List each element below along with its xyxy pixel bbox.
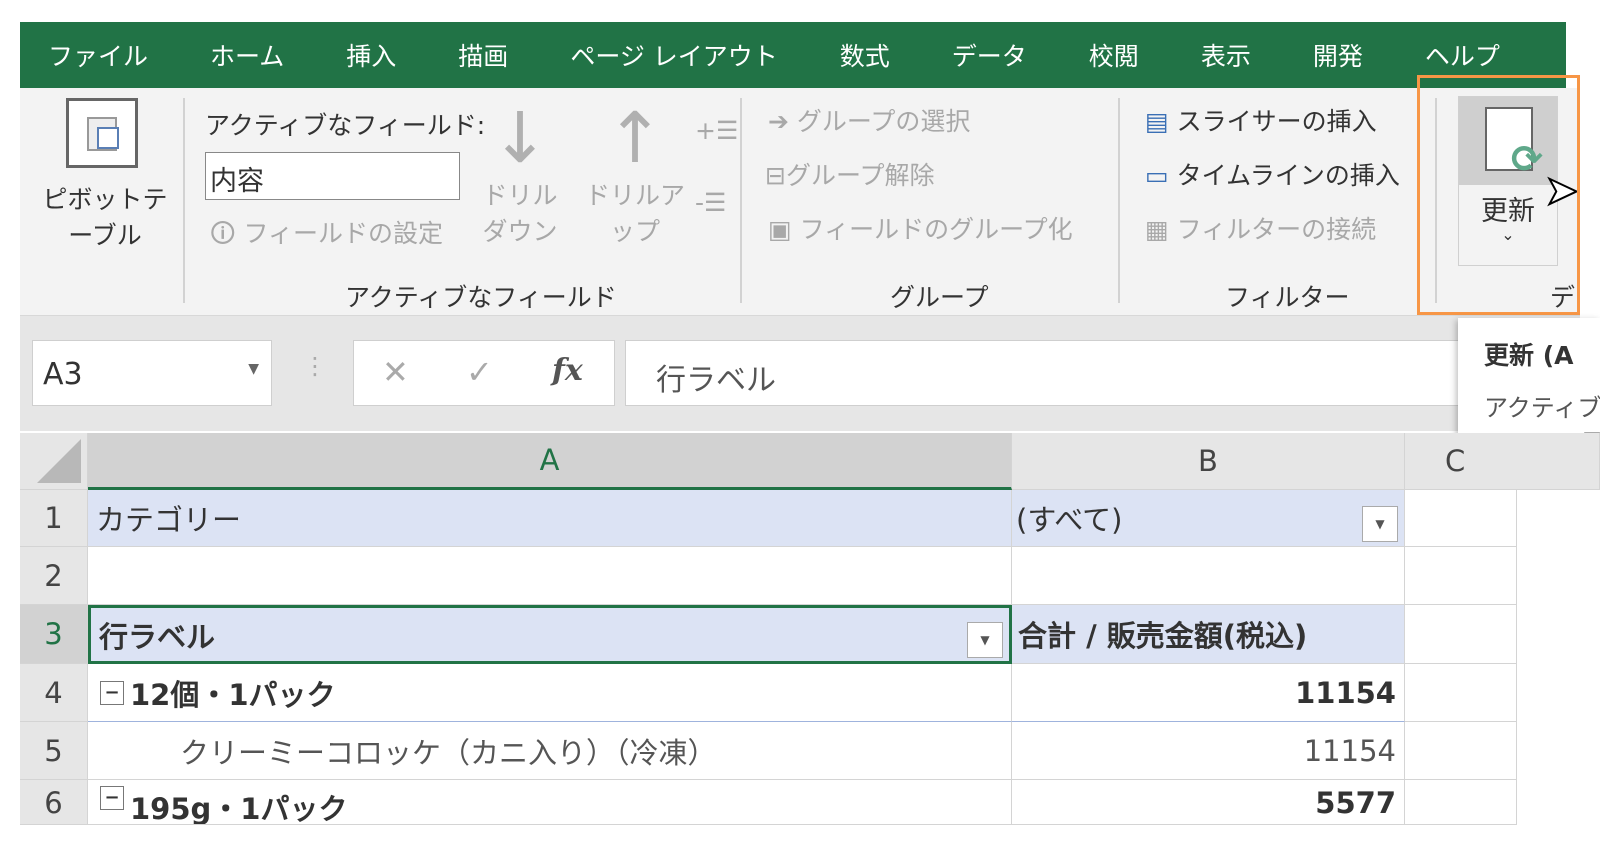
group-label-filter: フィルター xyxy=(1225,283,1350,312)
row-label-filter-button[interactable]: ▼ xyxy=(967,622,1003,658)
filter-dropdown-button[interactable]: ▼ xyxy=(1362,506,1398,542)
tab-help[interactable]: ヘルプ xyxy=(1397,37,1500,73)
cell-a1[interactable]: カテゴリー xyxy=(88,490,1012,547)
dropdown-arrow-icon: ▼ xyxy=(248,361,259,377)
tab-formulas[interactable]: 数式 xyxy=(812,37,890,73)
group-label-group: グループ xyxy=(890,283,989,312)
tab-developer[interactable]: 開発 xyxy=(1285,37,1363,73)
timeline-icon: ▭ xyxy=(1145,161,1169,190)
ribbon-tabs: ファイル ホーム 挿入 描画 ページ レイアウト 数式 データ 校閲 表示 開発… xyxy=(20,22,1566,88)
insert-timeline-button[interactable]: ▭ タイムラインの挿入 xyxy=(1145,156,1400,192)
cell-a6[interactable]: −195g・1パック xyxy=(88,780,1012,825)
cell-b3[interactable]: 合計 / 販売金額(税込) xyxy=(1012,605,1405,664)
cell-c3[interactable] xyxy=(1405,605,1517,664)
select-all-corner[interactable] xyxy=(20,433,88,490)
drill-down-button[interactable]: ↓ ドリルダウン xyxy=(480,98,560,250)
cell-c4[interactable] xyxy=(1405,664,1517,722)
cell-c2[interactable] xyxy=(1405,547,1517,605)
cell-b4[interactable]: 11154 xyxy=(1012,664,1405,722)
tab-draw[interactable]: 描画 xyxy=(430,37,508,73)
tab-review[interactable]: 校閲 xyxy=(1061,37,1139,73)
name-box[interactable]: A3 ▼ xyxy=(32,340,272,406)
pivottable-label: ピボットテーブル xyxy=(42,185,168,250)
cell-a5[interactable]: クリーミーコロッケ（カニ入り）（冷凍） xyxy=(88,722,1012,780)
cell-b5[interactable]: 11154 xyxy=(1012,722,1405,780)
cell-a4[interactable]: −12個・1パック xyxy=(88,664,1012,722)
active-field-label: アクティブなフィールド: xyxy=(205,111,486,140)
arrow-right-icon: ➔ xyxy=(768,107,789,136)
tab-data[interactable]: データ xyxy=(924,37,1027,73)
active-field-input[interactable]: 内容 xyxy=(205,152,460,200)
tab-insert[interactable]: 挿入 xyxy=(318,37,396,73)
row-header-2[interactable]: 2 xyxy=(20,547,88,605)
cell-a3[interactable]: 行ラベル ▼ xyxy=(88,605,1012,664)
collapse-icon[interactable]: − xyxy=(100,786,124,810)
group-label-active-field: アクティブなフィールド xyxy=(345,283,617,312)
cell-b6[interactable]: 5577 xyxy=(1012,780,1405,825)
row-header-6[interactable]: 6 xyxy=(20,780,88,825)
formula-bar-area: A3 ▼ ⋮ ✕ ✓ fx 行ラベル xyxy=(20,316,1585,431)
cell-a2[interactable] xyxy=(88,547,1012,605)
column-header-b[interactable]: B xyxy=(1012,433,1405,490)
cell-c5[interactable] xyxy=(1405,722,1517,780)
drill-up-button[interactable]: ↑ ドリルアップ xyxy=(580,98,690,250)
filter-connections-icon: ▦ xyxy=(1145,215,1169,244)
filter-connections-button[interactable]: ▦ フィルターの接続 xyxy=(1145,210,1376,246)
enter-icon[interactable]: ✓ xyxy=(466,353,493,391)
formula-bar-grip-icon[interactable]: ⋮ xyxy=(303,352,327,380)
ungroup-icon: ⊟ xyxy=(765,161,786,190)
pivottable-icon xyxy=(66,98,138,168)
tab-view[interactable]: 表示 xyxy=(1173,37,1251,73)
expand-field-icon[interactable]: +☰ xyxy=(695,116,738,145)
ungroup-button[interactable]: ⊟グループ解除 xyxy=(765,156,934,192)
group-selection-button[interactable]: ➔ グループの選択 xyxy=(768,102,970,138)
cancel-icon[interactable]: ✕ xyxy=(382,353,409,391)
spreadsheet-grid: A B C 1 カテゴリー (すべて) ▼ 2 3 行ラベル ▼ 合計 / 販売金額… xyxy=(20,433,1600,825)
cell-b2[interactable] xyxy=(1012,547,1405,605)
insert-function-icon[interactable]: fx xyxy=(552,353,583,388)
row-header-1[interactable]: 1 xyxy=(20,490,88,547)
tab-file[interactable]: ファイル xyxy=(20,37,148,73)
tab-home[interactable]: ホーム xyxy=(182,37,284,73)
formula-input[interactable]: 行ラベル xyxy=(625,340,1585,406)
slicer-icon: ▤ xyxy=(1145,107,1169,136)
cell-c1[interactable] xyxy=(1405,490,1517,547)
cell-b1[interactable]: (すべて) ▼ xyxy=(1012,490,1405,547)
column-header-c[interactable]: C xyxy=(1405,433,1600,490)
ribbon: ピボットテーブル アクティブなフィールド: 内容 🛈 フィールドの設定 ↓ ドリ… xyxy=(20,88,1580,316)
pivottable-button[interactable]: ピボットテーブル xyxy=(30,94,180,264)
column-header-a[interactable]: A xyxy=(88,433,1012,490)
collapse-field-icon[interactable]: -☰ xyxy=(695,188,726,217)
formula-buttons: ✕ ✓ fx xyxy=(353,340,615,406)
field-settings-button[interactable]: 🛈 フィールドの設定 xyxy=(210,214,443,258)
arrow-down-icon: ↓ xyxy=(490,97,550,179)
field-settings-icon: 🛈 xyxy=(210,219,236,248)
row-header-4[interactable]: 4 xyxy=(20,664,88,722)
calendar-icon: ▣ xyxy=(768,215,792,244)
arrow-up-icon: ↑ xyxy=(605,97,665,179)
collapse-icon[interactable]: − xyxy=(100,680,124,705)
insert-slicer-button[interactable]: ▤ スライサーの挿入 xyxy=(1145,102,1377,138)
group-field-button[interactable]: ▣ フィールドのグループ化 xyxy=(768,210,1073,246)
row-header-5[interactable]: 5 xyxy=(20,722,88,780)
tab-page-layout[interactable]: ページ レイアウト xyxy=(542,37,777,73)
row-header-3[interactable]: 3 xyxy=(20,605,88,664)
refresh-highlight-box xyxy=(1417,75,1580,315)
cell-c6[interactable] xyxy=(1405,780,1517,825)
